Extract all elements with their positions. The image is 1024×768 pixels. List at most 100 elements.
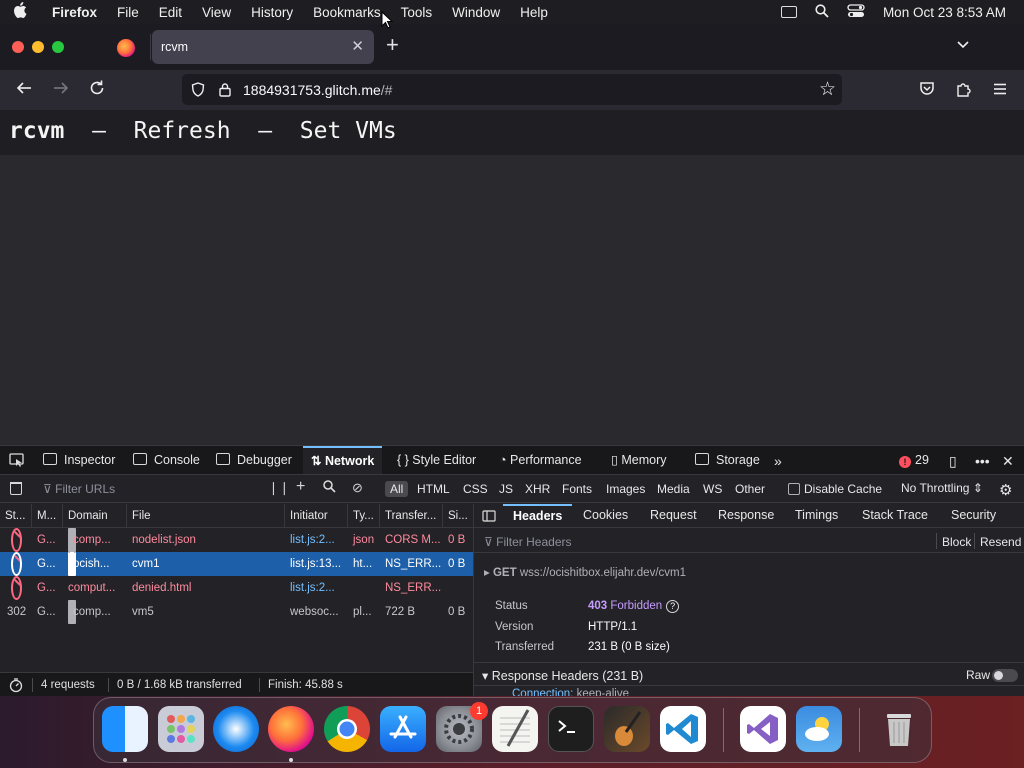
devtools-tab-storage[interactable]: Storage: [695, 446, 760, 474]
request-line[interactable]: ▸ GET wss://ocishitbox.elijahr.dev/cvm1: [484, 565, 686, 579]
tab-stack-trace[interactable]: Stack Trace: [862, 504, 928, 528]
list-all-tabs-chevron-down-icon[interactable]: [956, 38, 970, 52]
type-filter-js[interactable]: JS: [494, 481, 518, 497]
toggle-sidebar-icon[interactable]: [482, 504, 496, 528]
col-initiator[interactable]: Initiator: [285, 504, 348, 528]
add-request-plus-icon[interactable]: +: [296, 478, 305, 496]
devtools-tab-inspector[interactable]: Inspector: [43, 446, 115, 474]
table-row[interactable]: G... comp... nodelist.json list.js:2... …: [0, 528, 473, 552]
devtools-tab-debugger[interactable]: Debugger: [216, 446, 292, 474]
table-row[interactable]: 302 G... comp... vm5 websoc... pl... 722…: [0, 600, 473, 624]
block-button[interactable]: Block: [942, 535, 971, 549]
network-settings-gear-icon[interactable]: ⚙: [999, 481, 1012, 499]
type-filter-media[interactable]: Media: [652, 481, 695, 497]
apple-menu-icon[interactable]: [0, 2, 40, 22]
launchpad-icon[interactable]: [158, 706, 204, 752]
textedit-icon[interactable]: [492, 706, 538, 752]
tab-rcvm[interactable]: rcvm ✕: [152, 30, 374, 64]
devtools-options-ellipsis-icon[interactable]: •••: [975, 453, 990, 469]
type-filter-other[interactable]: Other: [730, 481, 770, 497]
tab-headers[interactable]: Headers: [503, 504, 573, 528]
block-requests-icon[interactable]: ⊘: [352, 480, 363, 496]
url-text[interactable]: 1884931753.glitch.me/#: [243, 82, 392, 98]
screen-mirroring-icon[interactable]: [780, 6, 797, 18]
chrome-icon[interactable]: [324, 706, 370, 752]
table-row[interactable]: G... comput... denied.html list.js:2... …: [0, 576, 473, 600]
trash-icon[interactable]: [876, 706, 922, 752]
menu-edit[interactable]: Edit: [149, 5, 192, 20]
response-headers-section[interactable]: ▾ Response Headers (231 B) Raw: [474, 662, 1024, 686]
filter-headers-input[interactable]: ⊽ Filter Headers: [484, 535, 571, 549]
col-transferred[interactable]: Transfer...: [380, 504, 443, 528]
col-method[interactable]: M...: [32, 504, 63, 528]
devtools-tab-style-editor[interactable]: { } Style Editor: [397, 446, 476, 474]
garageband-guitar-icon[interactable]: [604, 706, 650, 752]
menu-view[interactable]: View: [192, 5, 241, 20]
error-count-badge[interactable]: ! 29: [899, 453, 929, 468]
type-filter-css[interactable]: CSS: [458, 481, 493, 497]
cell-initiator[interactable]: list.js:2...: [285, 576, 348, 600]
type-filter-images[interactable]: Images: [601, 481, 650, 497]
extensions-puzzle-icon[interactable]: [955, 80, 975, 100]
devtools-tab-memory[interactable]: ▯ Memory: [611, 446, 667, 474]
tab-cookies[interactable]: Cookies: [583, 504, 628, 528]
col-file[interactable]: File: [127, 504, 285, 528]
help-question-icon[interactable]: ?: [666, 600, 680, 613]
tab-close-icon[interactable]: ✕: [351, 37, 364, 55]
url-bar[interactable]: 1884931753.glitch.me/# ☆: [182, 74, 842, 105]
pocket-icon[interactable]: [918, 80, 938, 100]
search-icon[interactable]: [323, 480, 336, 496]
site-lock-icon[interactable]: [218, 82, 232, 97]
pick-element-icon[interactable]: [9, 453, 25, 470]
hamburger-menu-icon[interactable]: [991, 80, 1011, 100]
new-tab-button[interactable]: +: [386, 34, 399, 56]
weather-cloud-icon[interactable]: [796, 706, 842, 752]
forward-arrow-icon[interactable]: [50, 79, 72, 101]
cell-initiator[interactable]: websoc...: [285, 600, 348, 624]
table-row-selected[interactable]: G... ocish... cvm1 list.js:13... ht... N…: [0, 552, 473, 576]
menu-history[interactable]: History: [241, 5, 303, 20]
devtools-tab-performance[interactable]: ◔ Performance: [499, 446, 582, 474]
clear-requests-trash-icon[interactable]: [10, 482, 22, 495]
safari-compass-icon[interactable]: [213, 706, 259, 752]
throttling-select[interactable]: No Throttling ⇕: [901, 481, 983, 495]
cell-initiator[interactable]: list.js:2...: [285, 528, 348, 552]
type-filter-ws[interactable]: WS: [698, 481, 727, 497]
menu-help[interactable]: Help: [510, 5, 558, 20]
devtools-tab-console[interactable]: Console: [133, 446, 200, 474]
reload-icon[interactable]: [86, 79, 108, 101]
finder-icon[interactable]: [102, 706, 148, 752]
firefox-view-icon[interactable]: [117, 39, 135, 57]
more-tools-chevron-icon[interactable]: »: [774, 453, 782, 469]
col-type[interactable]: Ty...: [348, 504, 380, 528]
type-filter-all[interactable]: All: [385, 481, 409, 497]
raw-toggle[interactable]: [992, 669, 1018, 682]
tab-security[interactable]: Security: [951, 504, 996, 528]
pause-recording-icon[interactable]: ❘❘: [268, 480, 290, 496]
tracking-protection-shield-icon[interactable]: [191, 82, 205, 97]
app-menu-firefox[interactable]: Firefox: [40, 5, 107, 20]
col-size[interactable]: Si...: [443, 504, 473, 528]
spotlight-search-icon[interactable]: [815, 3, 829, 21]
devtools-tab-network[interactable]: ⇅ Network: [303, 446, 383, 474]
back-arrow-icon[interactable]: [13, 79, 35, 101]
type-filter-fonts[interactable]: Fonts: [557, 481, 597, 497]
type-filter-xhr[interactable]: XHR: [520, 481, 555, 497]
col-domain[interactable]: Domain: [63, 504, 127, 528]
menu-bookmarks[interactable]: Bookmarks: [303, 5, 391, 20]
control-center-icon[interactable]: [847, 3, 865, 21]
menu-file[interactable]: File: [107, 5, 149, 20]
col-status[interactable]: St...: [0, 504, 32, 528]
visual-studio-code-icon[interactable]: [660, 706, 706, 752]
responsive-design-mode-icon[interactable]: ▯: [949, 453, 957, 470]
menubar-clock[interactable]: Mon Oct 23 8:53 AM: [883, 5, 1006, 20]
tab-response[interactable]: Response: [718, 504, 774, 528]
firefox-icon[interactable]: [268, 706, 314, 752]
close-devtools-icon[interactable]: ✕: [1002, 453, 1014, 470]
performance-stopwatch-icon[interactable]: [8, 677, 24, 696]
page-title-links[interactable]: – Refresh – Set VMs: [64, 118, 397, 144]
disable-cache-checkbox[interactable]: Disable Cache: [788, 482, 882, 496]
cell-initiator[interactable]: list.js:13...: [285, 552, 348, 576]
type-filter-html[interactable]: HTML: [412, 481, 455, 497]
filter-urls-input[interactable]: ⊽ Filter URLs: [43, 482, 115, 496]
